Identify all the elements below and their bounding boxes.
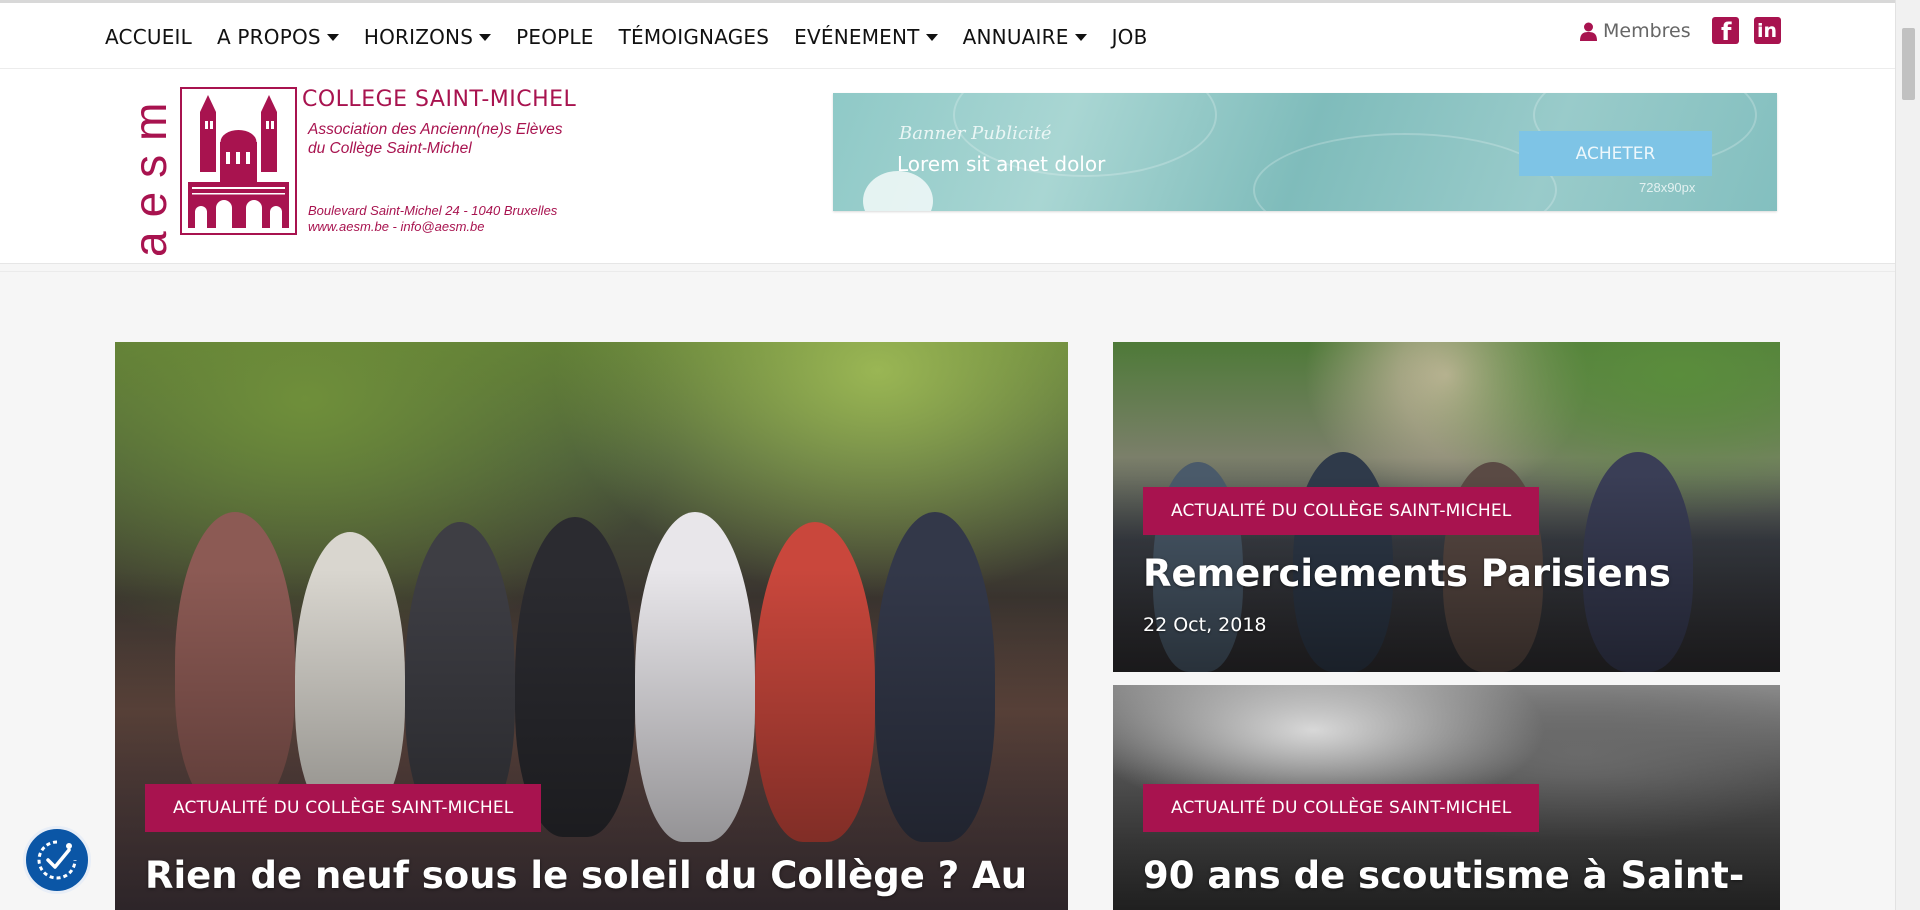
nav-item-a-propos[interactable]: A PROPOS — [217, 25, 339, 49]
facebook-icon: f — [1721, 18, 1732, 46]
article-card[interactable]: ACTUALITÉ DU COLLÈGE SAINT-MICHEL 90 ans… — [1113, 685, 1780, 910]
logo-association-line: du Collège Saint-Michel — [308, 140, 472, 157]
nav-item-horizons[interactable]: HORIZONS — [363, 25, 492, 49]
logo-address: Boulevard Saint-Michel 24 - 1040 Bruxell… — [308, 203, 558, 218]
page-scrollbar[interactable] — [1895, 0, 1920, 910]
nav-item-label: EVÉNEMENT — [794, 25, 920, 49]
caret-down-icon — [925, 33, 938, 41]
scrollbar-thumb[interactable] — [1902, 28, 1915, 100]
user-icon — [1580, 22, 1597, 41]
logo-college-name: COLLEGE SAINT-MICHEL — [302, 87, 577, 112]
members-label: Membres — [1603, 20, 1691, 42]
article-title[interactable]: Rien de neuf sous le soleil du Collège ?… — [145, 854, 1027, 897]
article-date: 22 Oct, 2018 — [1143, 614, 1267, 636]
advertising-banner[interactable]: Banner Publicité Lorem sit amet dolor AC… — [833, 93, 1777, 211]
banner-ripple-decoration — [1253, 133, 1557, 211]
banner-label: Banner Publicité — [899, 123, 1052, 144]
category-tag[interactable]: ACTUALITÉ DU COLLÈGE SAINT-MICHEL — [1143, 784, 1540, 832]
category-tag[interactable]: ACTUALITÉ DU COLLÈGE SAINT-MICHEL — [1143, 487, 1540, 535]
nav-menu: ACCUEIL A PROPOS HORIZONS PEOPLE TÉMOIGN… — [105, 25, 1173, 49]
caret-down-icon — [326, 33, 339, 41]
logo-association: Association des Ancienn(ne)s Elèves du C… — [308, 120, 562, 158]
members-link[interactable]: Membres — [1580, 20, 1691, 42]
logo-address-block: Boulevard Saint-Michel 24 - 1040 Bruxell… — [308, 203, 557, 235]
nav-item-annuaire[interactable]: ANNUAIRE — [963, 25, 1087, 49]
banner-text: Lorem sit amet dolor — [897, 152, 1106, 176]
banner-flower-decoration — [863, 171, 933, 211]
nav-item-label: TÉMOIGNAGES — [618, 25, 770, 49]
logo-contact: www.aesm.be - info@aesm.be — [308, 219, 485, 234]
header-divider — [0, 271, 1895, 272]
nav-item-evenement[interactable]: EVÉNEMENT — [794, 25, 938, 49]
nav-item-job[interactable]: JOB — [1112, 25, 1148, 49]
nav-item-label: HORIZONS — [363, 25, 474, 49]
caret-down-icon — [1074, 33, 1087, 41]
accessibility-icon — [37, 840, 77, 880]
nav-item-label: ACCUEIL — [105, 25, 192, 49]
nav-item-label: A PROPOS — [216, 25, 321, 49]
nav-item-label: JOB — [1111, 25, 1148, 49]
article-title[interactable]: Remerciements Parisiens — [1143, 552, 1671, 595]
nav-item-accueil[interactable]: ACCUEIL — [105, 25, 192, 49]
caret-down-icon — [479, 33, 492, 41]
main-navbar: ACCUEIL A PROPOS HORIZONS PEOPLE TÉMOIGN… — [0, 3, 1895, 69]
article-card[interactable]: ACTUALITÉ DU COLLÈGE SAINT-MICHEL Remerc… — [1113, 342, 1780, 672]
category-tag[interactable]: ACTUALITÉ DU COLLÈGE SAINT-MICHEL — [145, 784, 542, 832]
linkedin-link[interactable]: in — [1754, 17, 1781, 44]
article-title[interactable]: 90 ans de scoutisme à Saint- — [1143, 854, 1744, 897]
logo-association-line: Association des Ancienn(ne)s Elèves — [308, 121, 563, 138]
featured-article-card[interactable]: ACTUALITÉ DU COLLÈGE SAINT-MICHEL Rien d… — [115, 342, 1068, 910]
nav-item-temoignages[interactable]: TÉMOIGNAGES — [619, 25, 770, 49]
banner-buy-button[interactable]: ACHETER — [1519, 131, 1712, 176]
nav-item-label: ANNUAIRE — [962, 25, 1069, 49]
linkedin-icon: in — [1757, 20, 1778, 42]
accessibility-button[interactable] — [23, 826, 91, 894]
banner-size: 728x90px — [1639, 180, 1696, 195]
church-logo-icon — [180, 87, 297, 235]
nav-item-people[interactable]: PEOPLE — [516, 25, 593, 49]
facebook-link[interactable]: f — [1712, 17, 1739, 46]
site-header: aesm COLLEGE SAINT-MICHEL Association de… — [0, 69, 1895, 264]
logo-acronym: aesm — [124, 88, 176, 257]
site-logo[interactable]: aesm COLLEGE SAINT-MICHEL Association de… — [110, 87, 580, 257]
nav-item-label: PEOPLE — [516, 25, 594, 49]
